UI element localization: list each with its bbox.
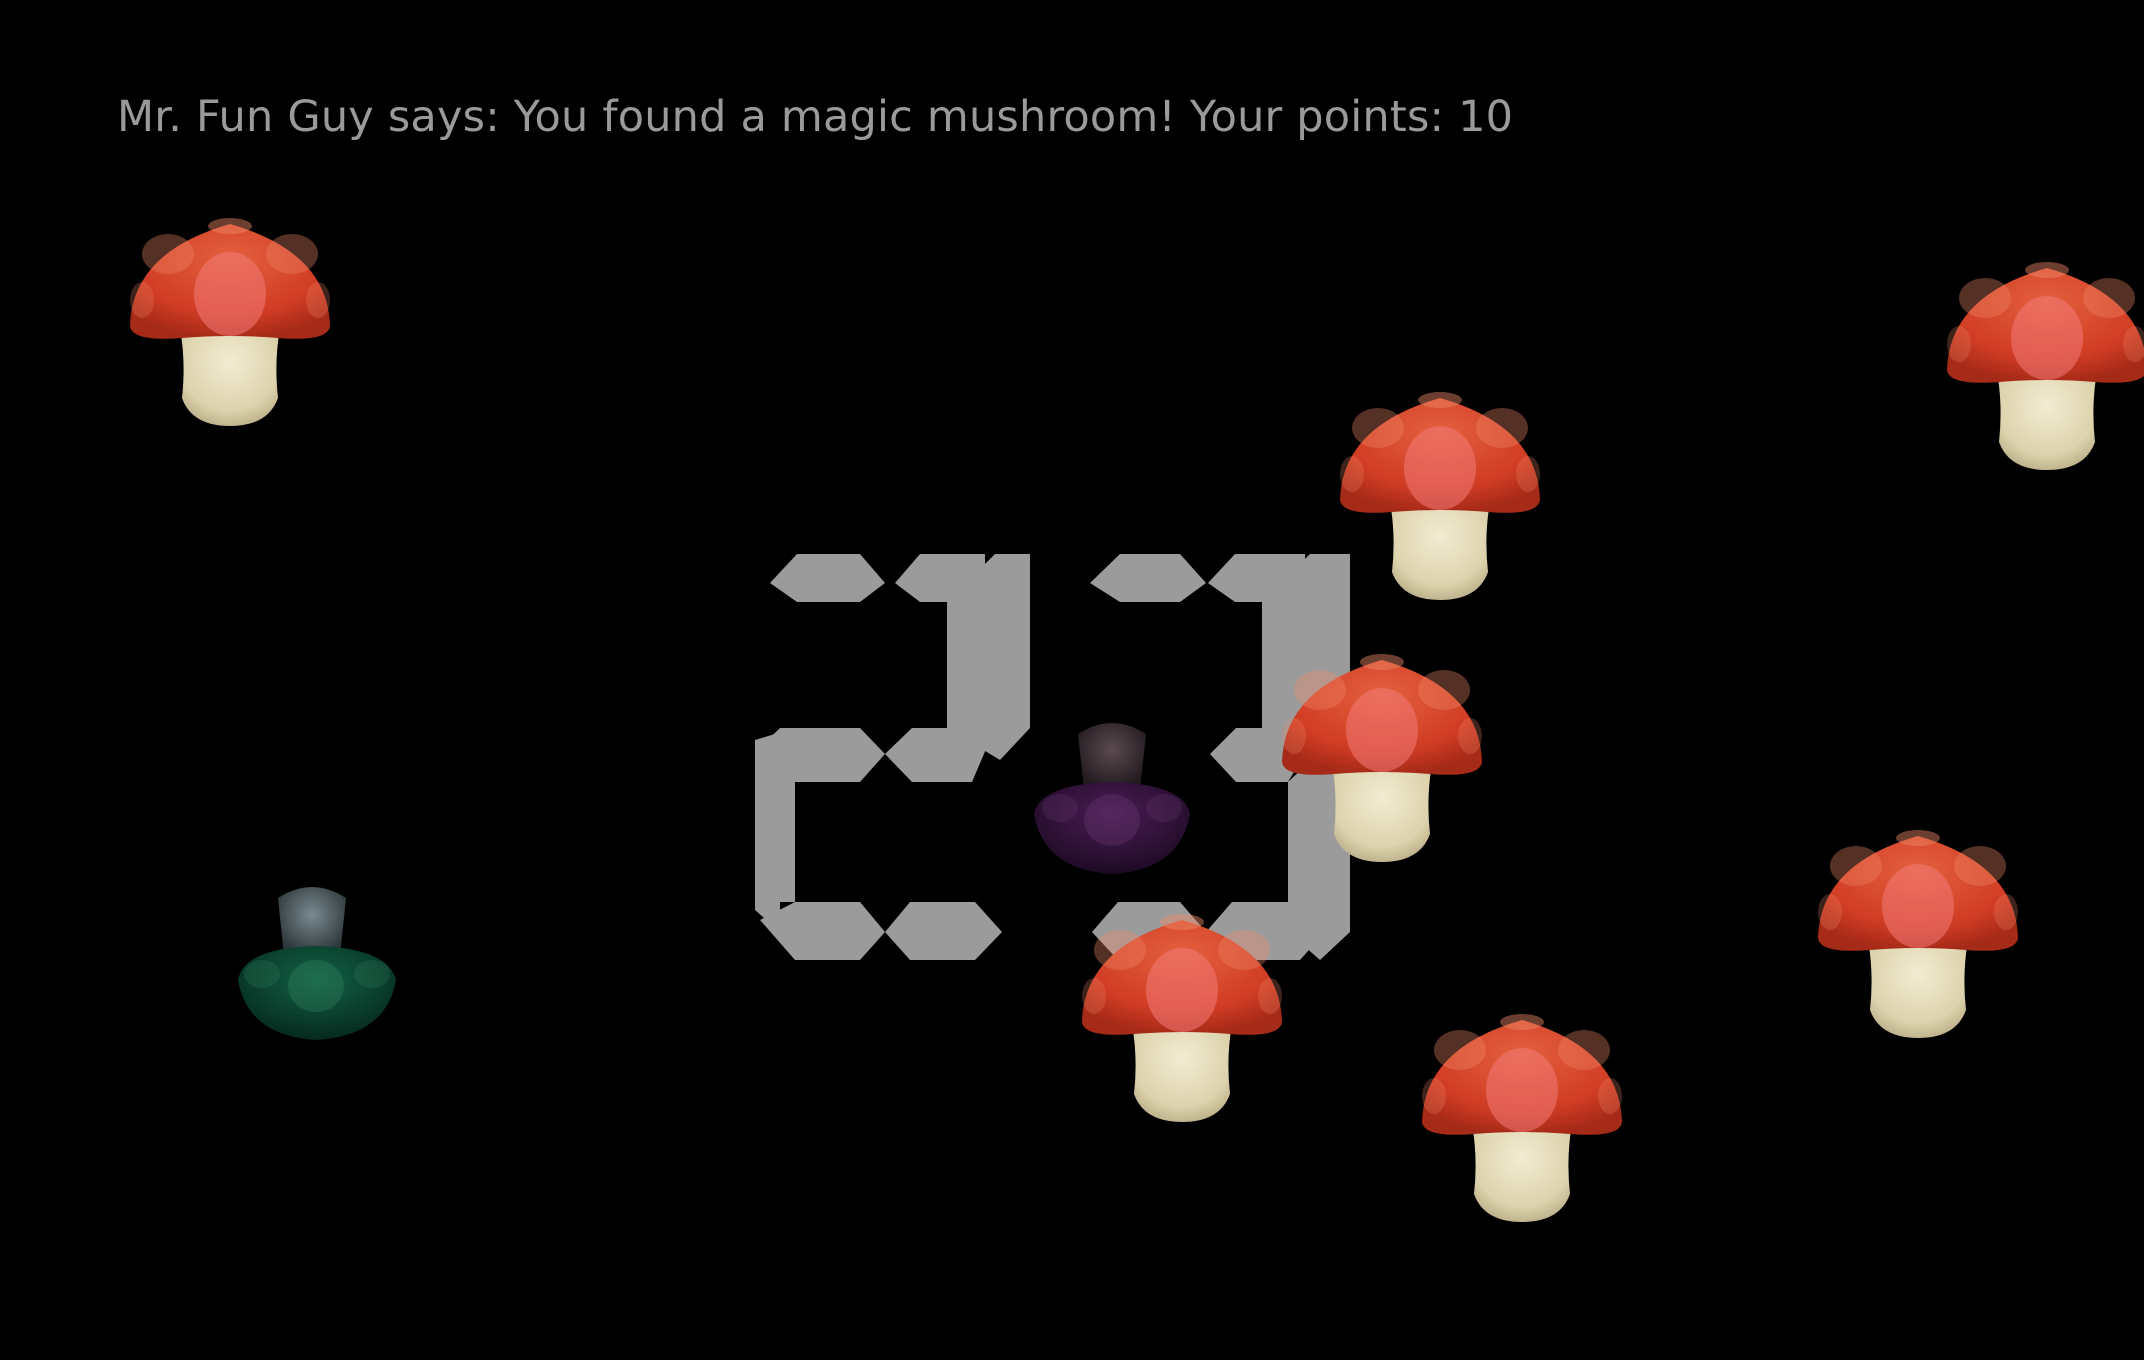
red-mushroom-icon[interactable] <box>1338 392 1542 602</box>
red-mushroom-icon[interactable] <box>1080 914 1284 1124</box>
red-mushroom-icon[interactable] <box>128 218 332 428</box>
red-mushroom-icon[interactable] <box>1945 262 2144 472</box>
purple-mushroom-icon[interactable] <box>1030 712 1194 876</box>
status-message: Mr. Fun Guy says: You found a magic mush… <box>117 92 1514 142</box>
digit-2 <box>755 554 1030 960</box>
game-stage: Mr. Fun Guy says: You found a magic mush… <box>0 0 2144 1360</box>
green-mushroom-icon[interactable] <box>238 876 402 1040</box>
red-mushroom-icon[interactable] <box>1280 654 1484 864</box>
red-mushroom-icon[interactable] <box>1420 1014 1624 1224</box>
red-mushroom-icon[interactable] <box>1816 830 2020 1040</box>
